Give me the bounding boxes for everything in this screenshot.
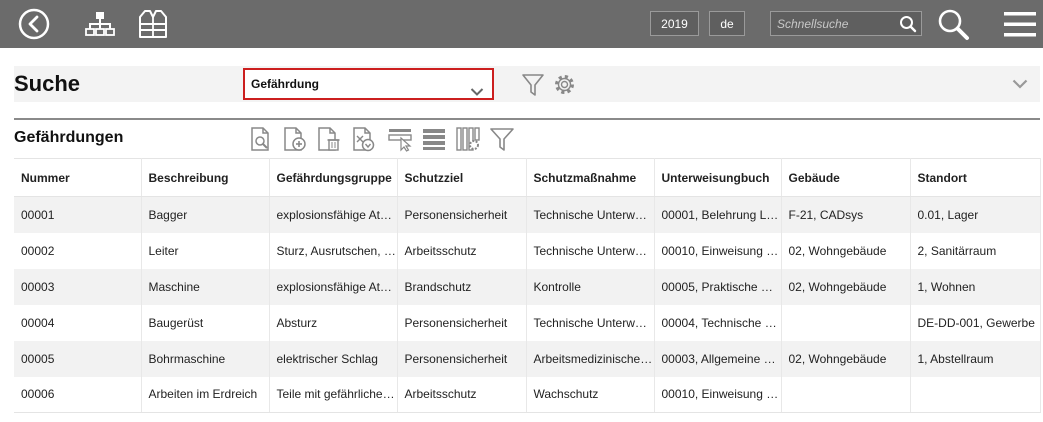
cell-gebaeude: 02, Wohngebäude	[781, 268, 911, 305]
cell-standort: 0.01, Lager	[910, 196, 1041, 233]
cell-schutzziel: Arbeitsschutz	[397, 232, 527, 269]
org-tree-icon[interactable]	[83, 6, 117, 42]
cell-schutzziel: Personensicherheit	[397, 196, 527, 233]
hazards-table: Nummer Beschreibung Gefährdungsgruppe Sc…	[14, 158, 1041, 413]
cell-schutzmassnahme: Technische Unterweisung	[526, 232, 655, 269]
delete-record-icon[interactable]	[316, 126, 342, 152]
cell-gefaehrdungsgruppe: explosionsfähige Atmosphäre	[269, 268, 398, 305]
entity-select-value: Gefährdung	[251, 77, 319, 91]
cell-beschreibung: Leiter	[141, 232, 270, 269]
table-view-icon[interactable]	[421, 126, 447, 152]
chevron-down-icon	[470, 79, 484, 107]
cell-standort: 1, Wohnen	[910, 268, 1041, 305]
entity-select[interactable]: Gefährdung	[243, 68, 494, 100]
cell-standort	[910, 376, 1041, 413]
quicksearch-field[interactable]	[770, 11, 922, 36]
filter-icon[interactable]	[520, 71, 546, 99]
add-record-icon[interactable]	[282, 126, 308, 152]
cell-gebaeude	[781, 304, 911, 341]
cell-schutzmassnahme: Technische Unterweisung	[526, 304, 655, 341]
table-filter-icon[interactable]	[488, 126, 516, 152]
cell-schutzziel: Personensicherheit	[397, 304, 527, 341]
table-row[interactable]: 00003 Maschine explosionsfähige Atmosphä…	[14, 268, 1041, 305]
table-header-row: Nummer Beschreibung Gefährdungsgruppe Sc…	[14, 158, 1041, 197]
cell-unterweisungbuch: 00003, Allgemeine Unterweisung	[654, 340, 782, 377]
cell-schutzziel: Brandschutz	[397, 268, 527, 305]
safety-vest-icon[interactable]	[135, 6, 171, 42]
quicksearch-input[interactable]	[777, 15, 895, 33]
cell-schutzmassnahme: Wachschutz	[526, 376, 655, 413]
column-header-standort[interactable]: Standort	[910, 158, 1041, 197]
cell-nummer: 00001	[14, 196, 142, 233]
cell-unterweisungbuch: 00010, Einweisung Leiter	[654, 376, 782, 413]
cell-gebaeude	[781, 376, 911, 413]
cell-gebaeude: 02, Wohngebäude	[781, 232, 911, 269]
cell-unterweisungbuch: 00010, Einweisung Leiter	[654, 232, 782, 269]
search-icon[interactable]	[899, 15, 917, 38]
page-title: Suche	[14, 71, 81, 96]
cell-schutzmassnahme: Technische Unterweisung	[526, 196, 655, 233]
advanced-search-icon[interactable]	[936, 6, 972, 42]
cell-standort: 1, Abstellraum	[910, 340, 1041, 377]
settings-gear-icon[interactable]	[551, 71, 578, 98]
select-rows-icon[interactable]	[387, 126, 415, 152]
cell-schutzziel: Arbeitsschutz	[397, 376, 527, 413]
export-record-icon[interactable]	[351, 126, 377, 152]
column-settings-icon[interactable]	[455, 126, 481, 152]
cell-unterweisungbuch: 00005, Praktische Übung	[654, 268, 782, 305]
cell-gefaehrdungsgruppe: explosionsfähige Atmosphäre	[269, 196, 398, 233]
cell-gebaeude: 02, Wohngebäude	[781, 340, 911, 377]
view-record-icon[interactable]	[249, 126, 273, 152]
section-title: Gefährdungen	[14, 129, 124, 146]
back-icon[interactable]	[16, 6, 52, 42]
cell-nummer: 00003	[14, 268, 142, 305]
table-row[interactable]: 00002 Leiter Sturz, Ausrutschen, Stolper…	[14, 232, 1041, 269]
top-bar: 2019 de	[0, 0, 1043, 48]
cell-nummer: 00002	[14, 232, 142, 269]
cell-unterweisungbuch: 00001, Belehrung Lager	[654, 196, 782, 233]
language-selector[interactable]: de	[709, 11, 745, 36]
cell-schutzziel: Personensicherheit	[397, 340, 527, 377]
cell-beschreibung: Bohrmaschine	[141, 340, 270, 377]
column-header-schutzmassnahme[interactable]: Schutzmaßnahme	[526, 158, 655, 197]
column-header-gebaeude[interactable]: Gebäude	[781, 158, 911, 197]
cell-schutzmassnahme: Arbeitsmedizinische Vorsorge	[526, 340, 655, 377]
column-header-gefaehrdungsgruppe[interactable]: Gefährdungsgruppe	[269, 158, 398, 197]
cell-standort: DE-DD-001, Gewerbe	[910, 304, 1041, 341]
cell-beschreibung: Arbeiten im Erdreich	[141, 376, 270, 413]
cell-unterweisungbuch: 00004, Technische Einweisung	[654, 304, 782, 341]
cell-beschreibung: Baugerüst	[141, 304, 270, 341]
table-row[interactable]: 00001 Bagger explosionsfähige Atmosphäre…	[14, 196, 1041, 233]
cell-gefaehrdungsgruppe: Sturz, Ausrutschen, Stolpern	[269, 232, 398, 269]
table-row[interactable]: 00006 Arbeiten im Erdreich Teile mit gef…	[14, 376, 1041, 413]
cell-schutzmassnahme: Kontrolle	[526, 268, 655, 305]
cell-gefaehrdungsgruppe: Absturz	[269, 304, 398, 341]
section-divider	[14, 118, 1040, 120]
cell-beschreibung: Bagger	[141, 196, 270, 233]
collapse-chevron-icon[interactable]	[1010, 76, 1030, 92]
column-header-nummer[interactable]: Nummer	[14, 158, 142, 197]
cell-gefaehrdungsgruppe: elektrischer Schlag	[269, 340, 398, 377]
column-header-unterweisungbuch[interactable]: Unterweisungbuch	[654, 158, 782, 197]
cell-gefaehrdungsgruppe: Teile mit gefährlichen Oberflächen	[269, 376, 398, 413]
cell-nummer: 00006	[14, 376, 142, 413]
menu-icon[interactable]	[1001, 6, 1039, 42]
column-header-beschreibung[interactable]: Beschreibung	[141, 158, 270, 197]
table-row[interactable]: 00005 Bohrmaschine elektrischer Schlag P…	[14, 340, 1041, 377]
cell-gebaeude: F-21, CADsys	[781, 196, 911, 233]
cell-beschreibung: Maschine	[141, 268, 270, 305]
table-row[interactable]: 00004 Baugerüst Absturz Personensicherhe…	[14, 304, 1041, 341]
cell-nummer: 00005	[14, 340, 142, 377]
cell-standort: 2, Sanitärraum	[910, 232, 1041, 269]
column-header-schutzziel[interactable]: Schutzziel	[397, 158, 527, 197]
cell-nummer: 00004	[14, 304, 142, 341]
year-selector[interactable]: 2019	[650, 11, 699, 36]
